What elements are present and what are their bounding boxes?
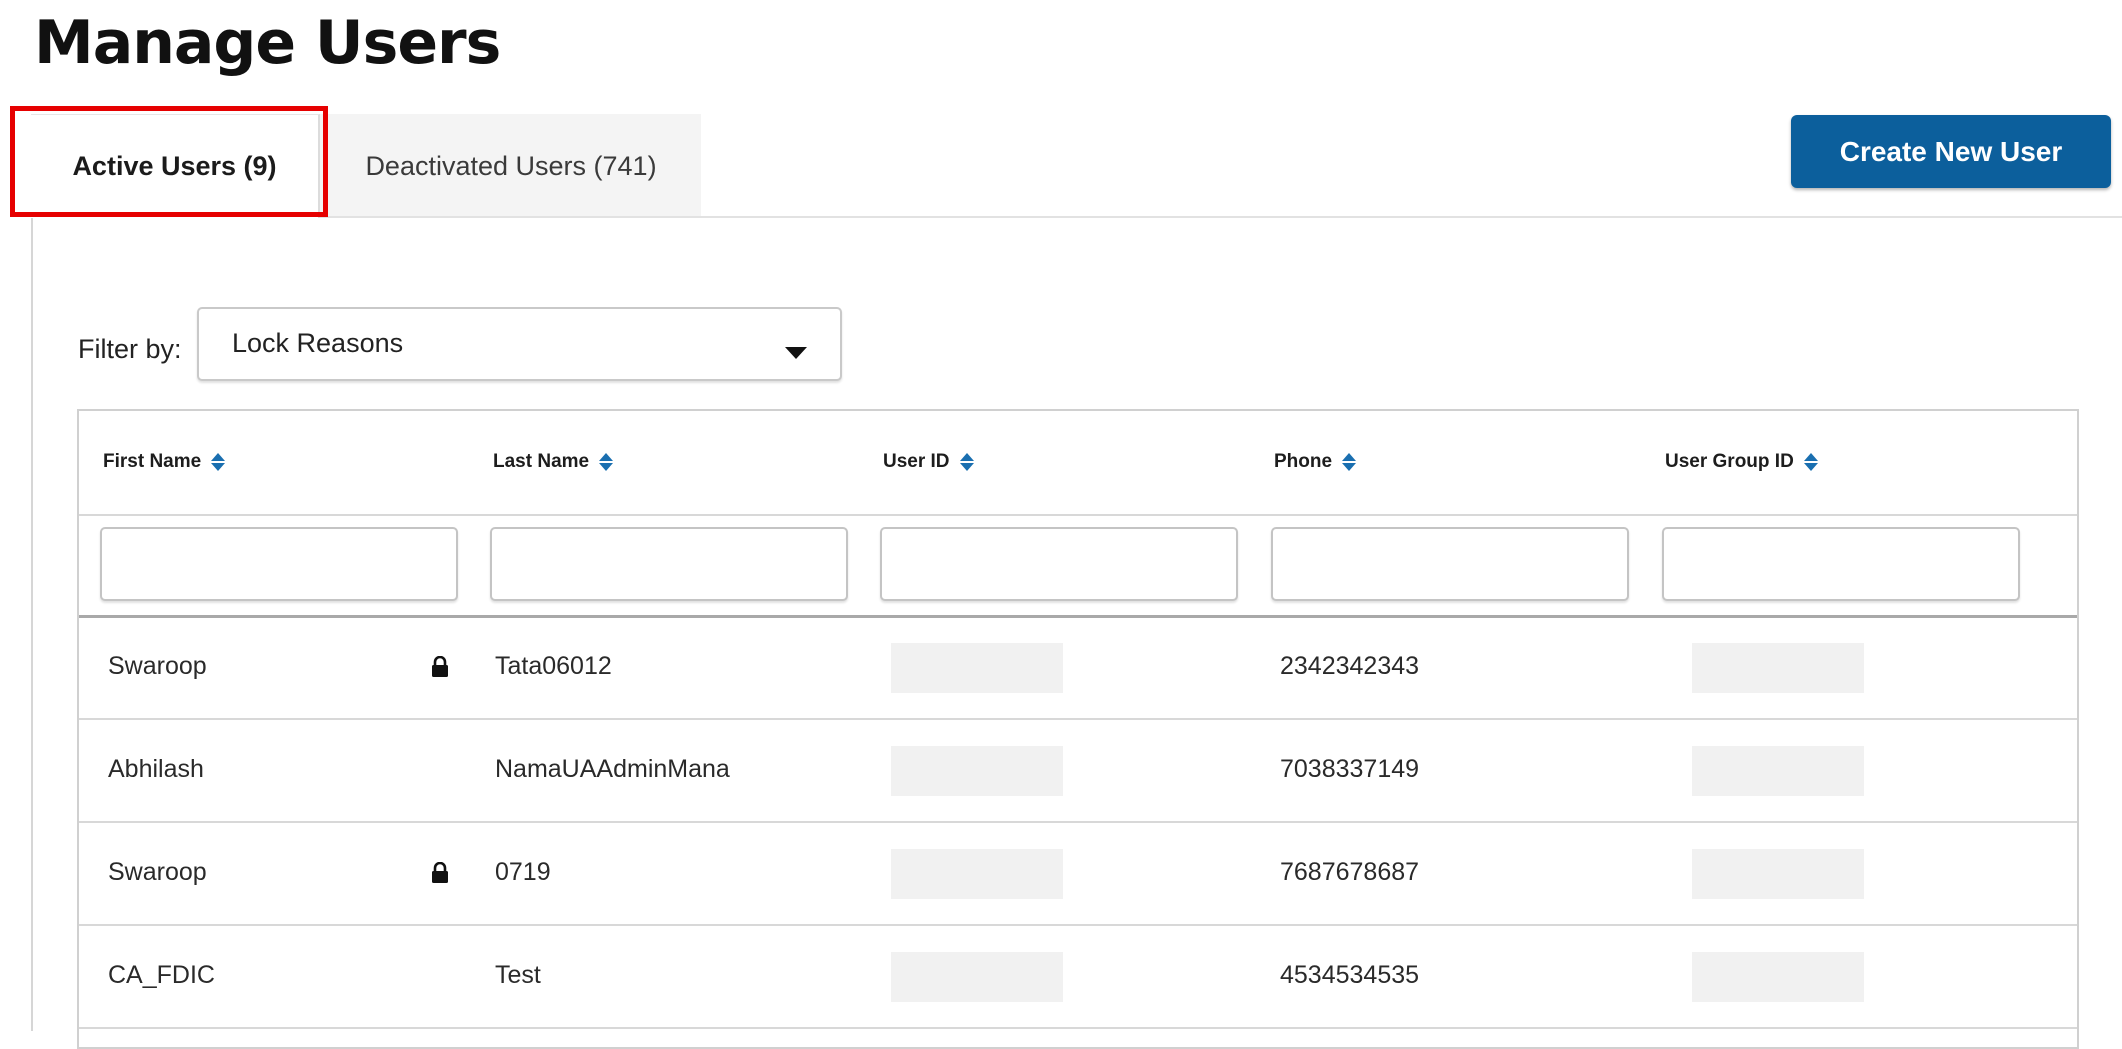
column-header-label: Last Name	[493, 451, 590, 472]
phone-cell: 7038337149	[1280, 755, 1420, 783]
first-name-filter-input[interactable]	[100, 527, 458, 601]
phone-cell: 2342342343	[1280, 652, 1420, 680]
table-row[interactable]: Abhilash NamaUAAdminMana 7038337149	[79, 718, 2077, 823]
table-row[interactable]: CA_FDIC Test 4534534535	[79, 924, 2077, 1029]
column-filter-row	[79, 514, 2077, 618]
tab-active-users[interactable]: Active Users (9)	[31, 114, 320, 218]
column-header-user-id[interactable]: User ID	[883, 451, 974, 473]
column-header-label: User Group ID	[1665, 451, 1794, 472]
last-name-cell: 0719	[495, 858, 551, 886]
table-row[interactable]: Swaroop Tata06012 2342342343	[79, 615, 2077, 720]
lock-reasons-dropdown[interactable]: Lock Reasons	[197, 307, 842, 381]
users-table: First Name Last Name User ID Phone User …	[77, 409, 2079, 1049]
column-header-phone[interactable]: Phone	[1274, 451, 1357, 473]
filter-label: Filter by:	[78, 334, 182, 364]
user-id-cell	[891, 746, 1063, 796]
sort-icon[interactable]	[599, 453, 614, 471]
content-left-border	[31, 218, 33, 1031]
user-id-filter-input[interactable]	[880, 527, 1238, 601]
user-group-id-cell	[1692, 643, 1864, 693]
column-header-label: First Name	[103, 451, 202, 472]
sort-icon[interactable]	[1803, 453, 1818, 471]
create-new-user-button[interactable]: Create New User	[1791, 115, 2111, 188]
last-name-cell: Test	[495, 961, 541, 989]
tab-active-users-label: Active Users (9)	[72, 151, 277, 181]
table-row[interactable]: Swaroop 0719 7687678687	[79, 821, 2077, 926]
tab-deactivated-users-label: Deactivated Users (741)	[365, 150, 657, 181]
user-group-id-cell	[1692, 952, 1864, 1002]
phone-cell: 4534534535	[1280, 961, 1420, 989]
last-name-filter-input[interactable]	[490, 527, 848, 601]
column-header-user-group-id[interactable]: User Group ID	[1665, 451, 1818, 473]
column-header-label: User ID	[883, 451, 950, 472]
sort-icon[interactable]	[959, 453, 974, 471]
first-name-cell: Abhilash	[108, 755, 204, 783]
phone-cell: 7687678687	[1280, 858, 1420, 886]
last-name-cell: Tata06012	[495, 652, 612, 680]
user-group-id-cell	[1692, 849, 1864, 899]
table-header: First Name Last Name User ID Phone User …	[79, 411, 2077, 516]
dropdown-selected-value: Lock Reasons	[232, 328, 404, 358]
lock-icon	[431, 615, 449, 718]
sort-icon[interactable]	[211, 453, 226, 471]
user-group-id-cell	[1692, 746, 1864, 796]
page-title: Manage Users	[34, 8, 501, 78]
user-id-cell	[891, 643, 1063, 693]
column-header-last-name[interactable]: Last Name	[493, 451, 614, 473]
first-name-cell: CA_FDIC	[108, 961, 215, 989]
first-name-cell: Swaroop	[108, 652, 207, 680]
user-id-cell	[891, 849, 1063, 899]
user-group-id-filter-input[interactable]	[1662, 527, 2020, 601]
column-header-first-name[interactable]: First Name	[103, 451, 226, 473]
last-name-cell: NamaUAAdminMana	[495, 755, 730, 783]
phone-filter-input[interactable]	[1271, 527, 1629, 601]
column-header-label: Phone	[1274, 451, 1333, 472]
sort-icon[interactable]	[1342, 453, 1357, 471]
tab-deactivated-users[interactable]: Deactivated Users (741)	[322, 114, 700, 218]
lock-icon	[431, 821, 449, 924]
chevron-down-icon	[785, 347, 807, 359]
user-id-cell	[891, 952, 1063, 1002]
first-name-cell: Swaroop	[108, 858, 207, 886]
